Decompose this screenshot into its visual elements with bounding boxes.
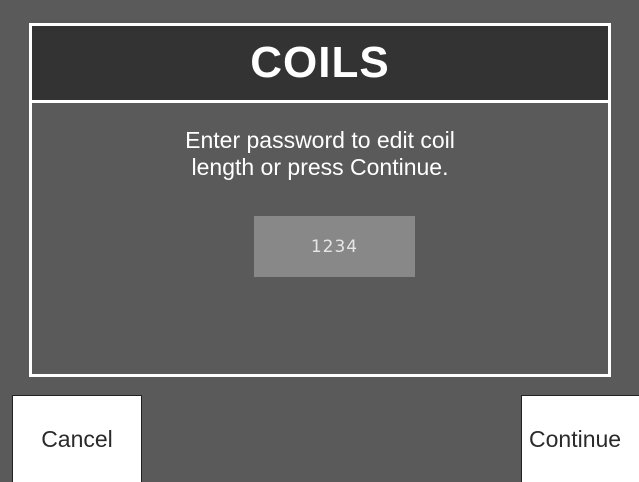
dialog-message: Enter password to edit coil length or pr… <box>32 127 608 181</box>
cancel-button[interactable]: Cancel <box>12 395 142 482</box>
password-input[interactable] <box>254 216 415 277</box>
continue-button[interactable]: Continue <box>521 395 639 482</box>
coils-dialog: COILS Enter password to edit coil length… <box>29 23 611 377</box>
dialog-message-line-1: Enter password to edit coil <box>185 127 455 153</box>
dialog-title: COILS <box>250 38 390 87</box>
screen: COILS Enter password to edit coil length… <box>0 0 639 482</box>
dialog-header: COILS <box>32 26 608 103</box>
dialog-message-line-2: length or press Continue. <box>191 154 449 180</box>
